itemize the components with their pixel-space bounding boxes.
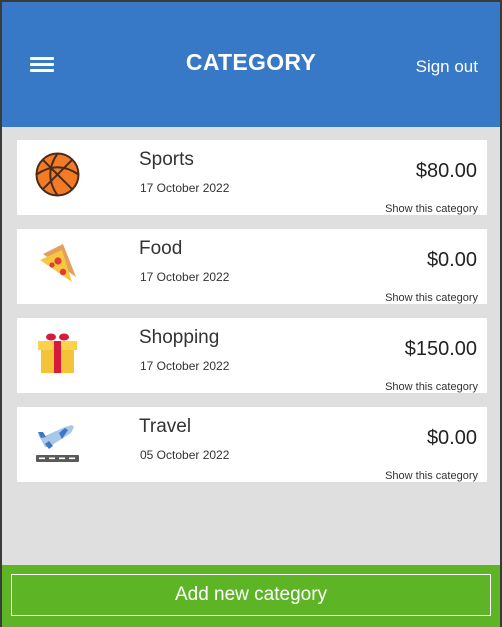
category-date: 17 October 2022 bbox=[140, 270, 230, 284]
category-card-sports[interactable]: Sports 17 October 2022 $80.00 Show this … bbox=[17, 140, 487, 215]
category-card-shopping[interactable]: Shopping 17 October 2022 $150.00 Show th… bbox=[17, 318, 487, 393]
show-category-link[interactable]: Show this category bbox=[385, 381, 478, 393]
category-amount: $80.00 bbox=[415, 160, 477, 182]
show-category-link[interactable]: Show this category bbox=[385, 292, 478, 304]
add-category-button[interactable]: Add new category bbox=[11, 574, 491, 616]
app-frame: CATEGORY Sign out Sports 17 October 2022… bbox=[2, 2, 500, 627]
category-card-travel[interactable]: Travel 05 October 2022 $0.00 Show this c… bbox=[17, 407, 487, 482]
show-category-link[interactable]: Show this category bbox=[385, 203, 478, 215]
category-date: 17 October 2022 bbox=[140, 359, 230, 373]
category-name: Food bbox=[139, 238, 183, 259]
category-amount: $0.00 bbox=[426, 249, 477, 271]
gift-icon bbox=[38, 333, 77, 373]
category-name: Shopping bbox=[139, 327, 220, 348]
category-name: Sports bbox=[139, 149, 194, 170]
pizza-icon bbox=[40, 244, 76, 282]
footer-bar: Add new category bbox=[2, 565, 500, 627]
category-amount: $0.00 bbox=[426, 427, 477, 449]
category-card-food[interactable]: Food 17 October 2022 $0.00 Show this cat… bbox=[17, 229, 487, 304]
airplane-icon bbox=[36, 425, 79, 462]
category-date: 17 October 2022 bbox=[140, 181, 230, 195]
basketball-icon bbox=[35, 152, 80, 197]
sign-out-link[interactable]: Sign out bbox=[416, 57, 478, 77]
category-amount: $150.00 bbox=[404, 338, 477, 360]
category-name: Travel bbox=[139, 416, 192, 437]
category-date: 05 October 2022 bbox=[140, 448, 230, 462]
header-bar: CATEGORY Sign out bbox=[2, 2, 500, 127]
category-list: Sports 17 October 2022 $80.00 Show this … bbox=[17, 140, 487, 496]
show-category-link[interactable]: Show this category bbox=[385, 470, 478, 482]
